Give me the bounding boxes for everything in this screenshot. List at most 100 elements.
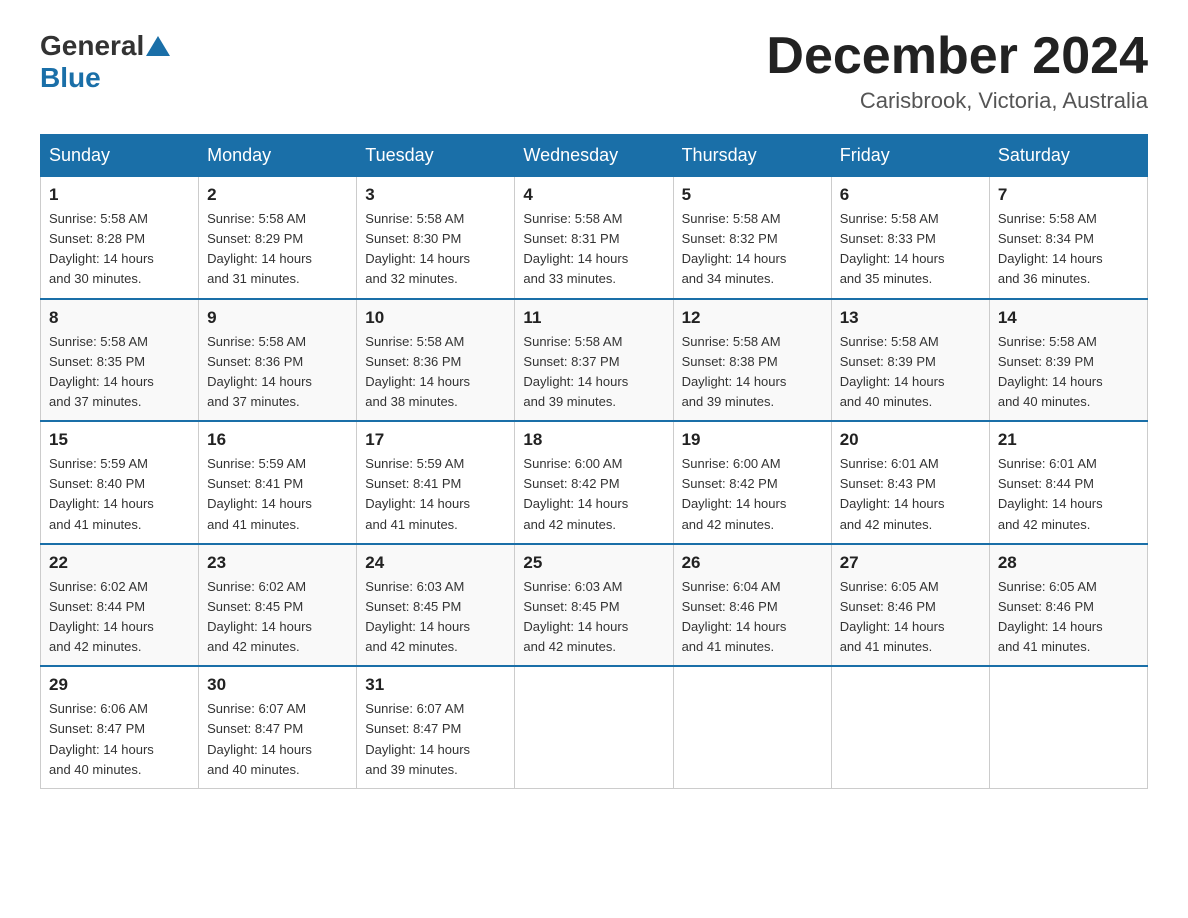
calendar-cell: 17 Sunrise: 5:59 AMSunset: 8:41 PMDaylig…: [357, 421, 515, 544]
calendar-cell: 20 Sunrise: 6:01 AMSunset: 8:43 PMDaylig…: [831, 421, 989, 544]
calendar-cell: 16 Sunrise: 5:59 AMSunset: 8:41 PMDaylig…: [199, 421, 357, 544]
day-number: 18: [523, 430, 664, 450]
calendar-week-row: 22 Sunrise: 6:02 AMSunset: 8:44 PMDaylig…: [41, 544, 1148, 667]
calendar-cell: 24 Sunrise: 6:03 AMSunset: 8:45 PMDaylig…: [357, 544, 515, 667]
day-number: 22: [49, 553, 190, 573]
calendar-cell: 10 Sunrise: 5:58 AMSunset: 8:36 PMDaylig…: [357, 299, 515, 422]
column-header-saturday: Saturday: [989, 135, 1147, 177]
day-number: 8: [49, 308, 190, 328]
month-title: December 2024: [766, 30, 1148, 82]
day-number: 7: [998, 185, 1139, 205]
day-number: 1: [49, 185, 190, 205]
calendar-cell: 18 Sunrise: 6:00 AMSunset: 8:42 PMDaylig…: [515, 421, 673, 544]
day-info: Sunrise: 5:58 AMSunset: 8:39 PMDaylight:…: [998, 334, 1103, 409]
day-number: 19: [682, 430, 823, 450]
calendar-week-row: 8 Sunrise: 5:58 AMSunset: 8:35 PMDayligh…: [41, 299, 1148, 422]
calendar-cell: 27 Sunrise: 6:05 AMSunset: 8:46 PMDaylig…: [831, 544, 989, 667]
day-info: Sunrise: 6:01 AMSunset: 8:44 PMDaylight:…: [998, 456, 1103, 531]
day-number: 24: [365, 553, 506, 573]
day-number: 28: [998, 553, 1139, 573]
location-title: Carisbrook, Victoria, Australia: [766, 88, 1148, 114]
title-block: December 2024 Carisbrook, Victoria, Aust…: [766, 30, 1148, 114]
day-info: Sunrise: 5:59 AMSunset: 8:41 PMDaylight:…: [365, 456, 470, 531]
day-number: 6: [840, 185, 981, 205]
day-number: 30: [207, 675, 348, 695]
day-number: 13: [840, 308, 981, 328]
logo-triangle-icon: [146, 36, 170, 56]
calendar-cell: [989, 666, 1147, 788]
calendar-cell: 29 Sunrise: 6:06 AMSunset: 8:47 PMDaylig…: [41, 666, 199, 788]
day-info: Sunrise: 5:58 AMSunset: 8:28 PMDaylight:…: [49, 211, 154, 286]
calendar-cell: 7 Sunrise: 5:58 AMSunset: 8:34 PMDayligh…: [989, 177, 1147, 299]
day-number: 3: [365, 185, 506, 205]
day-info: Sunrise: 5:58 AMSunset: 8:36 PMDaylight:…: [207, 334, 312, 409]
day-info: Sunrise: 6:02 AMSunset: 8:45 PMDaylight:…: [207, 579, 312, 654]
day-info: Sunrise: 6:00 AMSunset: 8:42 PMDaylight:…: [523, 456, 628, 531]
day-info: Sunrise: 5:59 AMSunset: 8:40 PMDaylight:…: [49, 456, 154, 531]
calendar-cell: 4 Sunrise: 5:58 AMSunset: 8:31 PMDayligh…: [515, 177, 673, 299]
day-info: Sunrise: 6:07 AMSunset: 8:47 PMDaylight:…: [207, 701, 312, 776]
day-info: Sunrise: 5:58 AMSunset: 8:32 PMDaylight:…: [682, 211, 787, 286]
day-info: Sunrise: 6:04 AMSunset: 8:46 PMDaylight:…: [682, 579, 787, 654]
day-info: Sunrise: 6:01 AMSunset: 8:43 PMDaylight:…: [840, 456, 945, 531]
calendar-cell: 26 Sunrise: 6:04 AMSunset: 8:46 PMDaylig…: [673, 544, 831, 667]
calendar-cell: 12 Sunrise: 5:58 AMSunset: 8:38 PMDaylig…: [673, 299, 831, 422]
day-info: Sunrise: 6:02 AMSunset: 8:44 PMDaylight:…: [49, 579, 154, 654]
day-info: Sunrise: 5:58 AMSunset: 8:35 PMDaylight:…: [49, 334, 154, 409]
calendar-cell: 9 Sunrise: 5:58 AMSunset: 8:36 PMDayligh…: [199, 299, 357, 422]
day-number: 5: [682, 185, 823, 205]
day-info: Sunrise: 5:58 AMSunset: 8:30 PMDaylight:…: [365, 211, 470, 286]
day-info: Sunrise: 5:58 AMSunset: 8:29 PMDaylight:…: [207, 211, 312, 286]
day-number: 21: [998, 430, 1139, 450]
day-info: Sunrise: 6:07 AMSunset: 8:47 PMDaylight:…: [365, 701, 470, 776]
calendar-cell: 21 Sunrise: 6:01 AMSunset: 8:44 PMDaylig…: [989, 421, 1147, 544]
calendar-week-row: 1 Sunrise: 5:58 AMSunset: 8:28 PMDayligh…: [41, 177, 1148, 299]
day-info: Sunrise: 5:58 AMSunset: 8:31 PMDaylight:…: [523, 211, 628, 286]
calendar-cell: [673, 666, 831, 788]
calendar-cell: 23 Sunrise: 6:02 AMSunset: 8:45 PMDaylig…: [199, 544, 357, 667]
day-info: Sunrise: 5:58 AMSunset: 8:37 PMDaylight:…: [523, 334, 628, 409]
column-header-thursday: Thursday: [673, 135, 831, 177]
day-info: Sunrise: 5:58 AMSunset: 8:34 PMDaylight:…: [998, 211, 1103, 286]
day-number: 20: [840, 430, 981, 450]
calendar-table: SundayMondayTuesdayWednesdayThursdayFrid…: [40, 134, 1148, 789]
day-number: 16: [207, 430, 348, 450]
day-info: Sunrise: 6:03 AMSunset: 8:45 PMDaylight:…: [523, 579, 628, 654]
column-header-friday: Friday: [831, 135, 989, 177]
calendar-cell: 25 Sunrise: 6:03 AMSunset: 8:45 PMDaylig…: [515, 544, 673, 667]
day-number: 17: [365, 430, 506, 450]
column-header-sunday: Sunday: [41, 135, 199, 177]
calendar-cell: 1 Sunrise: 5:58 AMSunset: 8:28 PMDayligh…: [41, 177, 199, 299]
calendar-cell: 3 Sunrise: 5:58 AMSunset: 8:30 PMDayligh…: [357, 177, 515, 299]
day-info: Sunrise: 5:58 AMSunset: 8:39 PMDaylight:…: [840, 334, 945, 409]
calendar-cell: 8 Sunrise: 5:58 AMSunset: 8:35 PMDayligh…: [41, 299, 199, 422]
calendar-cell: 15 Sunrise: 5:59 AMSunset: 8:40 PMDaylig…: [41, 421, 199, 544]
day-number: 11: [523, 308, 664, 328]
calendar-cell: 6 Sunrise: 5:58 AMSunset: 8:33 PMDayligh…: [831, 177, 989, 299]
logo-blue-text: Blue: [40, 62, 101, 93]
day-number: 23: [207, 553, 348, 573]
day-number: 2: [207, 185, 348, 205]
day-number: 25: [523, 553, 664, 573]
calendar-cell: 14 Sunrise: 5:58 AMSunset: 8:39 PMDaylig…: [989, 299, 1147, 422]
column-header-monday: Monday: [199, 135, 357, 177]
day-info: Sunrise: 6:06 AMSunset: 8:47 PMDaylight:…: [49, 701, 154, 776]
day-info: Sunrise: 6:05 AMSunset: 8:46 PMDaylight:…: [840, 579, 945, 654]
day-info: Sunrise: 5:58 AMSunset: 8:33 PMDaylight:…: [840, 211, 945, 286]
day-number: 9: [207, 308, 348, 328]
calendar-header-row: SundayMondayTuesdayWednesdayThursdayFrid…: [41, 135, 1148, 177]
logo-general-text: General: [40, 30, 144, 62]
calendar-cell: 30 Sunrise: 6:07 AMSunset: 8:47 PMDaylig…: [199, 666, 357, 788]
day-info: Sunrise: 5:58 AMSunset: 8:38 PMDaylight:…: [682, 334, 787, 409]
page-header: General Blue December 2024 Carisbrook, V…: [40, 30, 1148, 114]
column-header-wednesday: Wednesday: [515, 135, 673, 177]
calendar-cell: 28 Sunrise: 6:05 AMSunset: 8:46 PMDaylig…: [989, 544, 1147, 667]
calendar-cell: 22 Sunrise: 6:02 AMSunset: 8:44 PMDaylig…: [41, 544, 199, 667]
calendar-cell: [515, 666, 673, 788]
calendar-cell: 31 Sunrise: 6:07 AMSunset: 8:47 PMDaylig…: [357, 666, 515, 788]
day-number: 31: [365, 675, 506, 695]
calendar-cell: 2 Sunrise: 5:58 AMSunset: 8:29 PMDayligh…: [199, 177, 357, 299]
day-info: Sunrise: 5:59 AMSunset: 8:41 PMDaylight:…: [207, 456, 312, 531]
day-number: 4: [523, 185, 664, 205]
calendar-cell: 19 Sunrise: 6:00 AMSunset: 8:42 PMDaylig…: [673, 421, 831, 544]
